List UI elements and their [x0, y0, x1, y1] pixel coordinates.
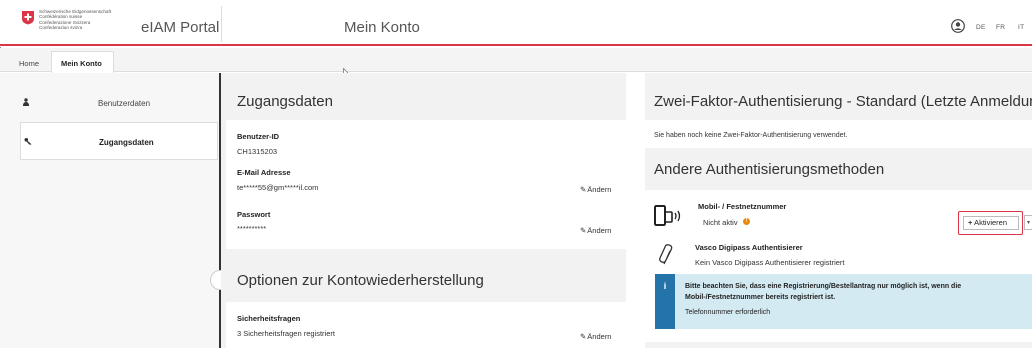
vasco-status: Kein Vasco Digipass Authentisierer regis… [695, 258, 845, 267]
confederation-text: Schweizerische Eidgenossenschaft Confédé… [39, 9, 111, 30]
mobile-status: Nicht aktiv [703, 218, 738, 227]
edit-email-link[interactable]: ✎Ändern [580, 185, 611, 194]
pencil-icon: ✎ [580, 226, 587, 235]
key-icon [24, 138, 32, 145]
security-questions-value: 3 Sicherheitsfragen registriert [237, 329, 335, 338]
access-title: Zugangsdaten [237, 93, 333, 110]
lang-fr[interactable]: FR [996, 24, 1005, 31]
other-methods-title: Andere Authentisierungsmethoden [654, 161, 885, 178]
activate-label: Aktivieren [974, 218, 1007, 227]
plus-icon: + [968, 218, 973, 227]
info-text-line-3: Telefonnummer erforderlich [685, 309, 771, 316]
pencil-icon: ✎ [580, 332, 587, 341]
recovery-title: Optionen zur Kontowiederherstellung [237, 272, 484, 289]
sidebar-item-zugangsdaten[interactable]: Zugangsdaten [20, 122, 218, 160]
edit-password-link[interactable]: ✎Ändern [580, 226, 611, 235]
breadcrumb-bar [0, 48, 1032, 72]
info-text-line-1: Bitte beachten Sie, dass eine Registrier… [685, 283, 962, 290]
email-label: E-Mail Adresse [237, 168, 291, 177]
edit-security-questions-link[interactable]: ✎Ändern [580, 332, 611, 341]
twofa-title: Zwei-Faktor-Authentisierung - Standard (… [654, 93, 1032, 110]
user-id-value: CH1315203 [237, 147, 278, 156]
breadcrumb-home[interactable]: Home [19, 59, 39, 68]
page-title: Mein Konto [344, 19, 420, 36]
edit-label: Ändern [587, 185, 612, 194]
sidebar-item-label: Benutzerdaten [98, 99, 151, 108]
chevron-down-icon[interactable]: ▾ [1024, 215, 1032, 230]
password-value: ********** [237, 224, 267, 233]
mobile-title: Mobil- / Festnetznummer [698, 202, 787, 211]
user-id-label: Benutzer-ID [237, 132, 280, 141]
lang-de[interactable]: DE [976, 24, 986, 31]
warning-icon: ! [743, 218, 750, 225]
breadcrumb-active: Mein Konto [61, 59, 102, 68]
user-account-icon[interactable] [951, 19, 965, 33]
pencil-icon: ✎ [580, 185, 587, 194]
swiss-flag-icon [22, 11, 34, 25]
security-questions-label: Sicherheitsfragen [237, 314, 301, 323]
user-icon [23, 98, 29, 106]
email-value: te*****55@gm*****il.com [237, 183, 319, 192]
edit-label: Ändern [587, 226, 612, 235]
sidebar-item-benutzerdaten[interactable]: Benutzerdaten [20, 84, 218, 122]
recovery-card [226, 302, 626, 348]
password-label: Passwort [237, 210, 271, 219]
sidebar-item-label: Zugangsdaten [99, 138, 154, 147]
confederation-line: Confederaziun svizra [39, 24, 83, 30]
info-icon: i [655, 274, 675, 329]
edit-label: Ändern [587, 332, 612, 341]
phone-nfc-icon [654, 205, 681, 226]
top-header: Schweizerische Eidgenossenschaft Confédé… [0, 0, 1032, 46]
app-title[interactable]: eIAM Portal [141, 19, 219, 36]
lang-it[interactable]: IT [1018, 24, 1024, 31]
twofa-note: Sie haben noch keine Zwei-Faktor-Authent… [654, 132, 848, 139]
header-divider [221, 6, 222, 42]
info-text-line-2: Mobil-/Festnetznummer bereits registrier… [685, 294, 836, 301]
activate-button[interactable]: + Aktivieren [963, 216, 1019, 230]
vasco-title: Vasco Digipass Authentisierer [695, 243, 803, 252]
paperclip-token-icon [659, 244, 673, 265]
activate-button-focus-ring: + Aktivieren [958, 211, 1023, 235]
